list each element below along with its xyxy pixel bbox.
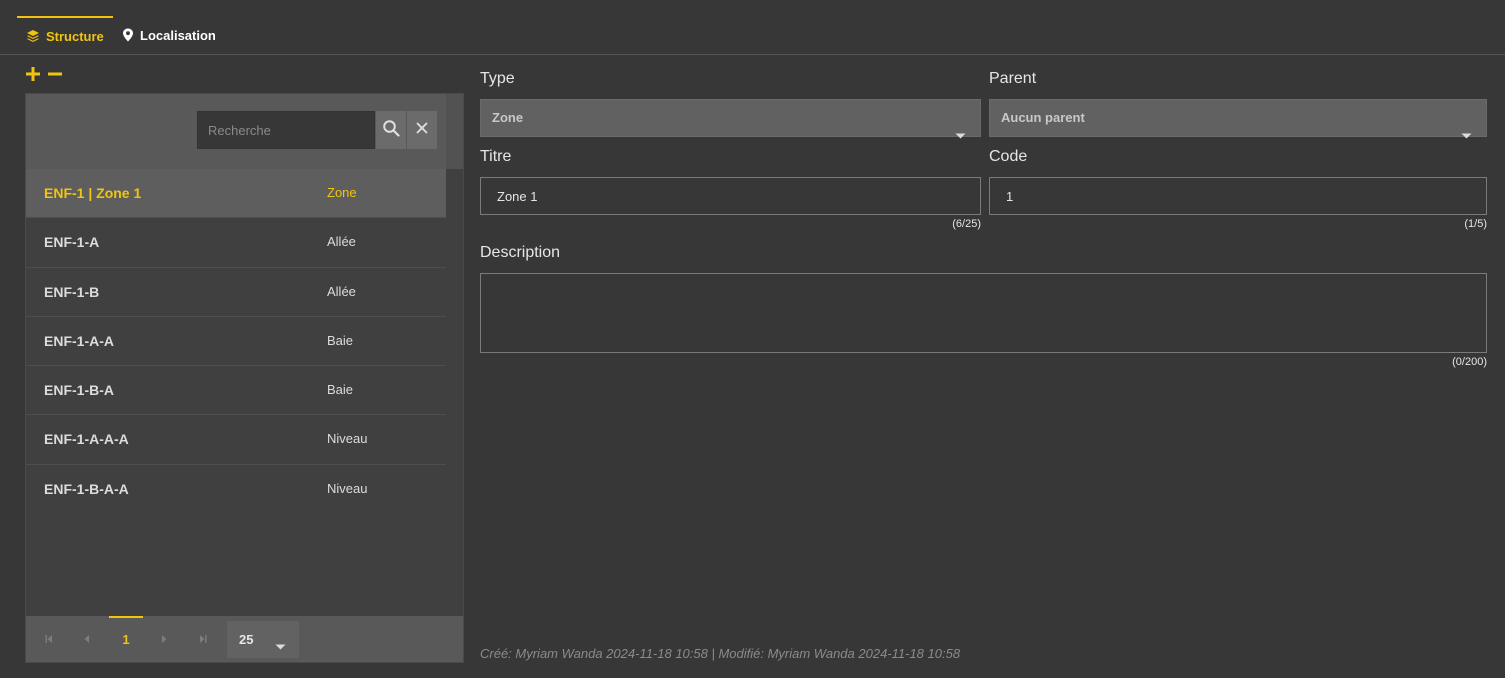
row-name: ENF-1 | Zone 1 — [44, 185, 142, 201]
close-icon — [415, 121, 429, 140]
chevron-down-icon — [275, 637, 286, 655]
row-name: ENF-1-A-A-A — [44, 431, 129, 448]
row-type: Baie — [327, 382, 354, 398]
tab-structure-label: Structure — [46, 28, 104, 44]
parent-select[interactable]: Aucun parent — [989, 99, 1487, 139]
table-row[interactable]: ENF-1-A-A Baie — [26, 317, 446, 367]
table-row[interactable]: ENF-1-A Allée — [26, 218, 446, 268]
table-row[interactable]: ENF-1-B-A Baie — [26, 366, 446, 416]
page-size-value: 25 — [239, 632, 254, 647]
chevron-left-icon — [82, 631, 92, 649]
type-select[interactable]: Zone — [480, 99, 981, 139]
map-pin-icon — [122, 28, 134, 42]
row-name: ENF-1-B — [44, 283, 100, 300]
description-label: Description — [480, 244, 561, 261]
description-textarea[interactable] — [480, 273, 1487, 353]
clear-search-button[interactable] — [407, 111, 437, 149]
table-row[interactable]: ENF-1 | Zone 1 Zone — [26, 169, 446, 219]
audit-info: Créé: Myriam Wanda 2024-11-18 10:58 | Mo… — [480, 646, 961, 661]
remove-button[interactable] — [47, 66, 63, 82]
row-type: Zone — [327, 185, 357, 200]
scrollbar-track[interactable] — [446, 94, 463, 169]
list-header — [26, 94, 463, 169]
structure-list-panel: ENF-1 | Zone 1 Zone ENF-1-A Allée ENF-1-… — [25, 93, 464, 663]
code-char-counter: (1/5) — [1464, 218, 1487, 230]
tab-structure[interactable]: Structure — [17, 16, 113, 54]
description-char-counter: (0/200) — [1452, 356, 1487, 368]
row-type: Baie — [327, 332, 354, 348]
table-row[interactable]: ENF-1-B Allée — [26, 268, 446, 317]
search-input[interactable] — [197, 111, 375, 149]
row-type: Niveau — [327, 480, 368, 496]
table-row[interactable]: ENF-1-A-A-A Niveau — [26, 415, 446, 465]
plus-icon — [25, 66, 41, 82]
chevron-down-icon — [1461, 117, 1472, 153]
first-page-button[interactable] — [39, 630, 59, 650]
code-label: Code — [989, 148, 1028, 165]
parent-label: Parent — [989, 70, 1037, 87]
structure-list: ENF-1 | Zone 1 Zone ENF-1-A Allée ENF-1-… — [26, 169, 446, 514]
last-page-button[interactable] — [193, 630, 213, 650]
chevron-right-icon — [159, 631, 169, 649]
row-name: ENF-1-B-A — [44, 382, 114, 399]
type-label: Type — [480, 70, 515, 87]
parent-select-value: Aucun parent — [1001, 110, 1085, 125]
current-page[interactable]: 1 — [109, 616, 143, 662]
row-type: Allée — [327, 234, 356, 250]
minus-icon — [47, 66, 63, 82]
next-page-button[interactable] — [154, 630, 174, 650]
search-button[interactable] — [376, 111, 406, 149]
row-type: Niveau — [327, 431, 368, 447]
table-row[interactable]: ENF-1-B-A-A Niveau — [26, 465, 446, 514]
layers-icon — [26, 29, 40, 43]
add-button[interactable] — [25, 66, 41, 82]
chevron-down-icon — [955, 117, 966, 153]
row-type: Allée — [327, 283, 356, 299]
tab-bar: Structure Localisation — [0, 0, 1505, 55]
page-size-select[interactable]: 25 — [227, 621, 299, 658]
last-page-icon — [198, 631, 208, 649]
row-name: ENF-1-B-A-A — [44, 480, 129, 497]
row-name: ENF-1-A — [44, 234, 100, 251]
tab-localisation[interactable]: Localisation — [122, 16, 216, 54]
title-input[interactable] — [480, 177, 981, 215]
code-input[interactable] — [989, 177, 1487, 215]
type-select-value: Zone — [492, 110, 524, 125]
row-name: ENF-1-A-A — [44, 332, 114, 349]
first-page-icon — [44, 631, 54, 649]
title-char-counter: (6/25) — [952, 218, 981, 230]
title-label: Titre — [480, 148, 512, 165]
search-icon — [382, 119, 400, 142]
previous-page-button[interactable] — [77, 630, 97, 650]
tab-localisation-label: Localisation — [140, 27, 216, 43]
pagination: 1 25 — [26, 616, 463, 662]
